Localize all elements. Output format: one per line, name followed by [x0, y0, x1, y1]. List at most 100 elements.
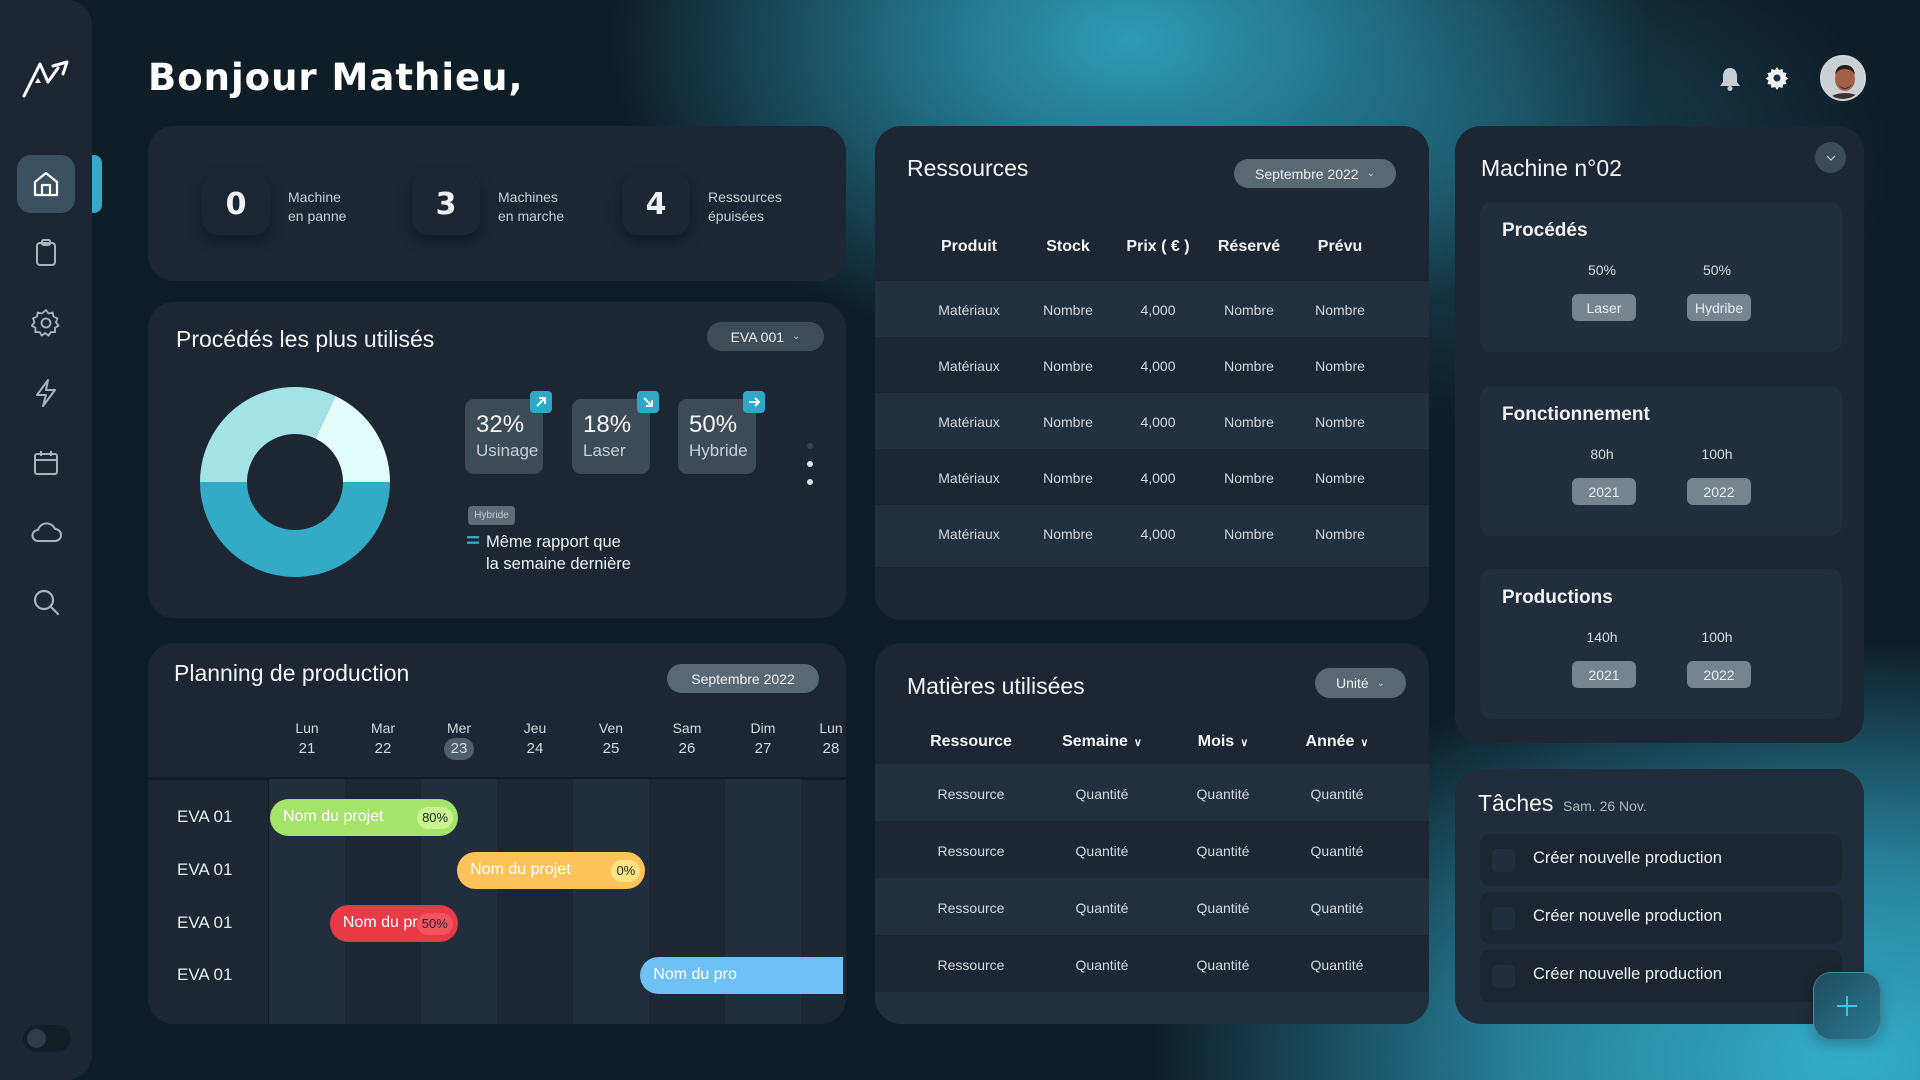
- table-footer: [875, 992, 1429, 1024]
- section-value: 100h: [1701, 629, 1733, 645]
- matieres-unit-select[interactable]: Unité ⌄: [1315, 668, 1406, 698]
- trend-flat-icon: [743, 391, 765, 413]
- day-name: Lun: [295, 720, 319, 736]
- ressources-month-select[interactable]: Septembre 2022 ⌄: [1234, 159, 1396, 188]
- table-cell: Quantité: [1310, 957, 1364, 973]
- planning-month-select[interactable]: Septembre 2022: [667, 664, 819, 693]
- task-checkbox[interactable]: [1492, 907, 1515, 930]
- select-value: Septembre 2022: [1255, 165, 1359, 182]
- project-bar[interactable]: Nom du projet 0%: [457, 852, 646, 889]
- section-tag[interactable]: 2021: [1572, 661, 1636, 688]
- day-name: Sam: [672, 720, 702, 736]
- sidebar-item-cloud[interactable]: [17, 503, 75, 561]
- project-progress: 0%: [611, 860, 641, 882]
- sidebar-item-energy[interactable]: [17, 364, 75, 422]
- project-progress: 50%: [416, 913, 453, 935]
- section-tag[interactable]: 2022: [1687, 661, 1751, 688]
- project-bar[interactable]: Nom du projet 80%: [270, 799, 459, 836]
- sidebar-item-settings[interactable]: [17, 294, 75, 352]
- pager-dot[interactable]: [807, 461, 813, 467]
- day-number[interactable]: 27: [748, 738, 778, 760]
- stat-value-running: 3: [412, 173, 480, 235]
- task-checkbox[interactable]: [1492, 849, 1515, 872]
- day-name: Dim: [750, 720, 776, 736]
- day-number[interactable]: 25: [596, 738, 626, 760]
- comparison-note: Même rapport que la semaine dernière: [486, 533, 631, 573]
- task-item[interactable]: Créer nouvelle production: [1480, 950, 1842, 1002]
- task-item[interactable]: Créer nouvelle production: [1480, 892, 1842, 944]
- chevron-down-icon: ⌄: [792, 331, 801, 342]
- project-bar[interactable]: Nom du pro 50%: [329, 905, 458, 942]
- day-number[interactable]: 21: [292, 738, 322, 760]
- chevron-down-icon: ⌄: [1376, 677, 1386, 689]
- sidebar: [0, 0, 92, 1080]
- section-title: Productions: [1502, 587, 1613, 608]
- column-header[interactable]: Ressource: [901, 733, 1041, 751]
- kpi-label: Laser: [583, 441, 626, 460]
- task-label: Créer nouvelle production: [1533, 965, 1722, 983]
- project-name: Nom du projet: [470, 861, 571, 878]
- home-icon: [33, 171, 59, 197]
- section-title: Procédés: [1502, 220, 1588, 241]
- trend-up-icon: [530, 391, 552, 413]
- task-item[interactable]: Créer nouvelle production: [1480, 834, 1842, 886]
- project-name: Nom du projet: [283, 808, 384, 825]
- stat-value-broken: 0: [202, 173, 270, 235]
- day-number[interactable]: 28: [816, 738, 846, 760]
- day-name: Mer: [446, 720, 472, 736]
- greeting-title: Bonjour Mathieu,: [148, 56, 524, 99]
- section-tag[interactable]: Hydribe: [1687, 294, 1751, 321]
- table-cell: Quantité: [1075, 900, 1129, 916]
- table-cell: Nombre: [1315, 414, 1365, 430]
- table-cell: Quantité: [1075, 786, 1129, 802]
- gear-icon[interactable]: [1765, 66, 1789, 90]
- theme-toggle[interactable]: [23, 1025, 71, 1052]
- add-task-button[interactable]: [1813, 972, 1881, 1040]
- sidebar-item-calendar[interactable]: [17, 434, 75, 492]
- procedes-machine-select[interactable]: EVA 001 ⌄: [707, 322, 824, 351]
- pager-dot[interactable]: [807, 479, 813, 485]
- column-header[interactable]: Année ∨: [1267, 733, 1407, 751]
- day-number[interactable]: 24: [520, 738, 550, 760]
- task-checkbox[interactable]: [1492, 965, 1515, 988]
- section-value: 140h: [1586, 629, 1618, 645]
- pager-dot[interactable]: [807, 443, 813, 449]
- table-cell: Quantité: [1310, 843, 1364, 859]
- procedes-title: Procédés les plus utilisés: [176, 326, 435, 352]
- donut-slice-hybride: [200, 482, 390, 577]
- gear-icon: [31, 309, 60, 337]
- chevron-down-icon: [1826, 155, 1835, 161]
- column-label: Année: [1305, 733, 1355, 750]
- section-tag[interactable]: 2021: [1572, 478, 1636, 505]
- lightning-icon: [36, 379, 56, 407]
- taches-title: Tâches: [1478, 790, 1554, 816]
- trend-down-icon: [637, 391, 659, 413]
- sidebar-item-home[interactable]: [17, 155, 75, 213]
- stat-label-depleted: Ressources épuisées: [708, 189, 782, 224]
- project-bar[interactable]: Nom du pro: [640, 957, 843, 994]
- project-name: Nom du pro: [342, 914, 427, 931]
- day-number[interactable]: 26: [672, 738, 702, 760]
- machine-collapse-button[interactable]: [1815, 142, 1846, 173]
- sidebar-item-clipboard[interactable]: [17, 224, 75, 282]
- cloud-icon: [31, 522, 62, 542]
- stat-value-depleted: 4: [622, 173, 690, 235]
- day-number[interactable]: 22: [368, 738, 398, 760]
- user-photo-icon: [1822, 57, 1864, 99]
- avatar[interactable]: [1820, 55, 1866, 101]
- column-header[interactable]: Semaine ∨: [1032, 733, 1172, 751]
- table-cell: Quantité: [1310, 786, 1364, 802]
- active-nav-indicator: [92, 155, 102, 213]
- day-number-today[interactable]: 23: [444, 738, 474, 760]
- section-value: 80h: [1590, 446, 1614, 462]
- bell-icon[interactable]: [1718, 66, 1742, 92]
- section-tag[interactable]: Laser: [1572, 294, 1636, 321]
- section-tag[interactable]: 2022: [1687, 478, 1751, 505]
- matieres-title: Matières utilisées: [907, 673, 1085, 699]
- kpi-value: 50%: [689, 411, 738, 438]
- kpi-value: 32%: [476, 411, 525, 438]
- chevron-down-icon: ⌄: [1366, 168, 1375, 179]
- column-header[interactable]: Prévu: [1280, 238, 1400, 256]
- table-cell: Ressource: [937, 957, 1005, 973]
- sidebar-item-search[interactable]: [17, 573, 75, 631]
